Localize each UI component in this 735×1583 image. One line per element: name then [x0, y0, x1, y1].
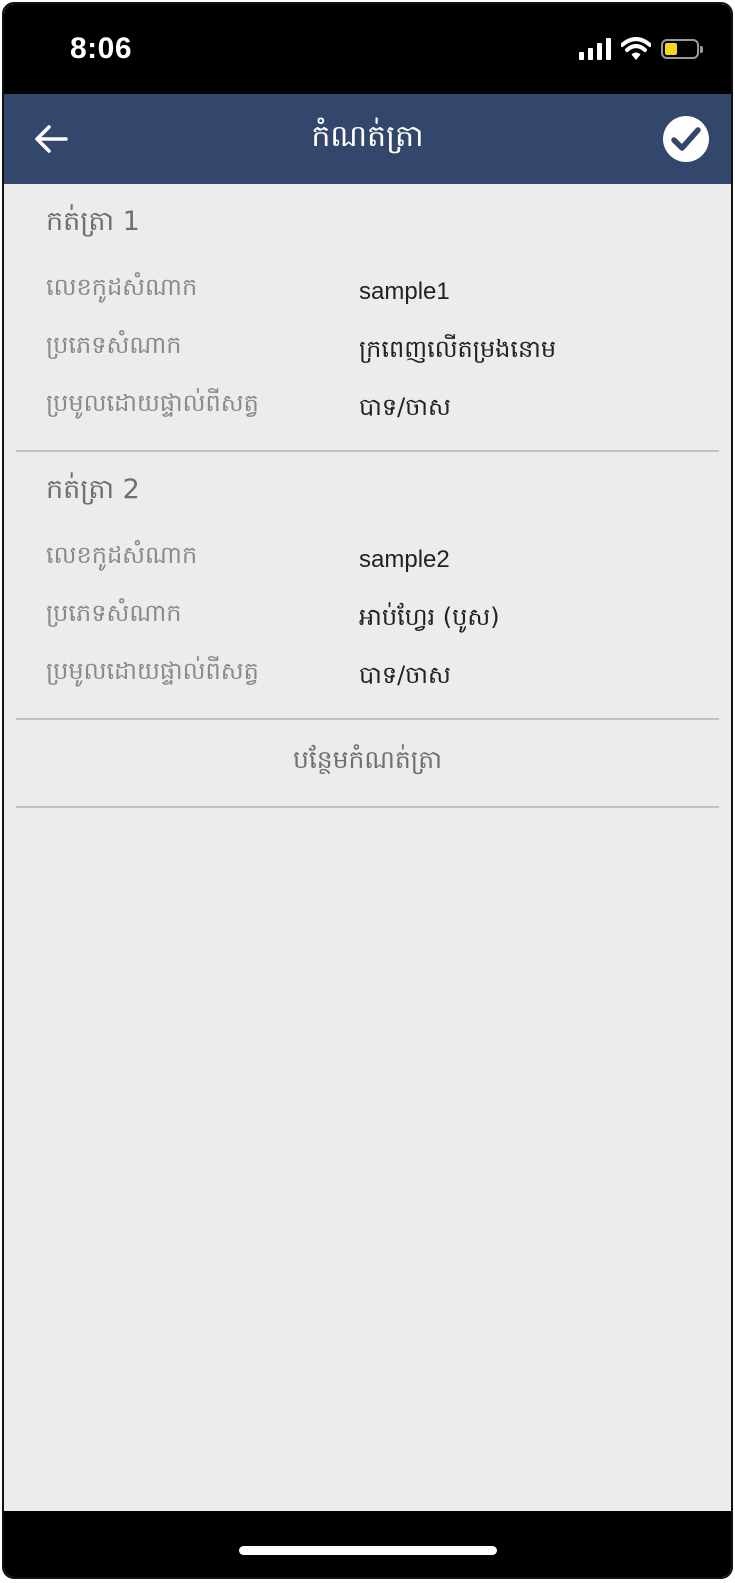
field-value: បាទ/ចាស [359, 661, 451, 689]
field-row-sample-type: ប្រភេទសំណាក អាប់ហ្វែរ (បូស) [4, 590, 731, 648]
phone-screen: 8:06 កំណត់ត្រា កត់ត្រា 1 លេខកូដសំណាក sam… [2, 2, 733, 1579]
wifi-icon [621, 37, 651, 60]
cellular-signal-icon [579, 38, 611, 60]
status-icons [579, 37, 703, 61]
check-circle-icon [663, 116, 709, 162]
field-row-sample-code: លេខកូដសំណាក sample1 [4, 264, 731, 322]
confirm-button[interactable] [661, 114, 711, 164]
field-value: ក្រពេញលើតម្រងនោម [359, 335, 557, 363]
field-label: ប្រភេទសំណាក [46, 331, 182, 359]
field-label: ប្រភេទសំណាក [46, 599, 182, 627]
divider [16, 718, 719, 720]
field-row-sample-type: ប្រភេទសំណាក ក្រពេញលើតម្រងនោម [4, 322, 731, 380]
divider [16, 806, 719, 808]
field-row-sample-code: លេខកូដសំណាក sample2 [4, 532, 731, 590]
field-value: sample2 [359, 546, 450, 573]
field-label: ប្រមូលដោយផ្ទាល់ពីសត្វ [46, 657, 259, 685]
records-list: កត់ត្រា 1 លេខកូដសំណាក sample1 ប្រភេទសំណា… [4, 184, 731, 808]
battery-low-icon [661, 39, 703, 59]
field-label: ប្រមូលដោយផ្ទាល់ពីសត្វ [46, 389, 259, 417]
record-1[interactable]: កត់ត្រា 1 លេខកូដសំណាក sample1 ប្រភេទសំណា… [4, 184, 731, 452]
page-title: កំណត់ត្រា [311, 119, 424, 154]
back-button[interactable] [28, 116, 74, 162]
field-label: លេខកូដសំណាក [46, 273, 198, 301]
field-row-collected-from-animal: ប្រមូលដោយផ្ទាល់ពីសត្វ បាទ/ចាស [4, 648, 731, 706]
field-value: បាទ/ចាស [359, 393, 451, 421]
record-2[interactable]: កត់ត្រា 2 លេខកូដសំណាក sample2 ប្រភេទសំណា… [4, 452, 731, 720]
record-title: កត់ត្រា 1 [46, 205, 140, 237]
arrow-left-icon [35, 125, 68, 153]
home-indicator-area [4, 1511, 731, 1577]
status-bar: 8:06 [4, 4, 731, 94]
status-time: 8:06 [70, 32, 133, 65]
field-value: អាប់ហ្វែរ (បូស) [359, 603, 500, 631]
nav-bar: កំណត់ត្រា [4, 94, 731, 184]
field-row-collected-from-animal: ប្រមូលដោយផ្ទាល់ពីសត្វ បាទ/ចាស [4, 380, 731, 438]
field-label: លេខកូដសំណាក [46, 541, 198, 569]
field-value: sample1 [359, 278, 450, 305]
home-indicator[interactable] [238, 1546, 497, 1555]
record-title: កត់ត្រា 2 [46, 473, 140, 505]
add-record-button[interactable]: បន្ថែមកំណត់ត្រា [4, 720, 731, 806]
